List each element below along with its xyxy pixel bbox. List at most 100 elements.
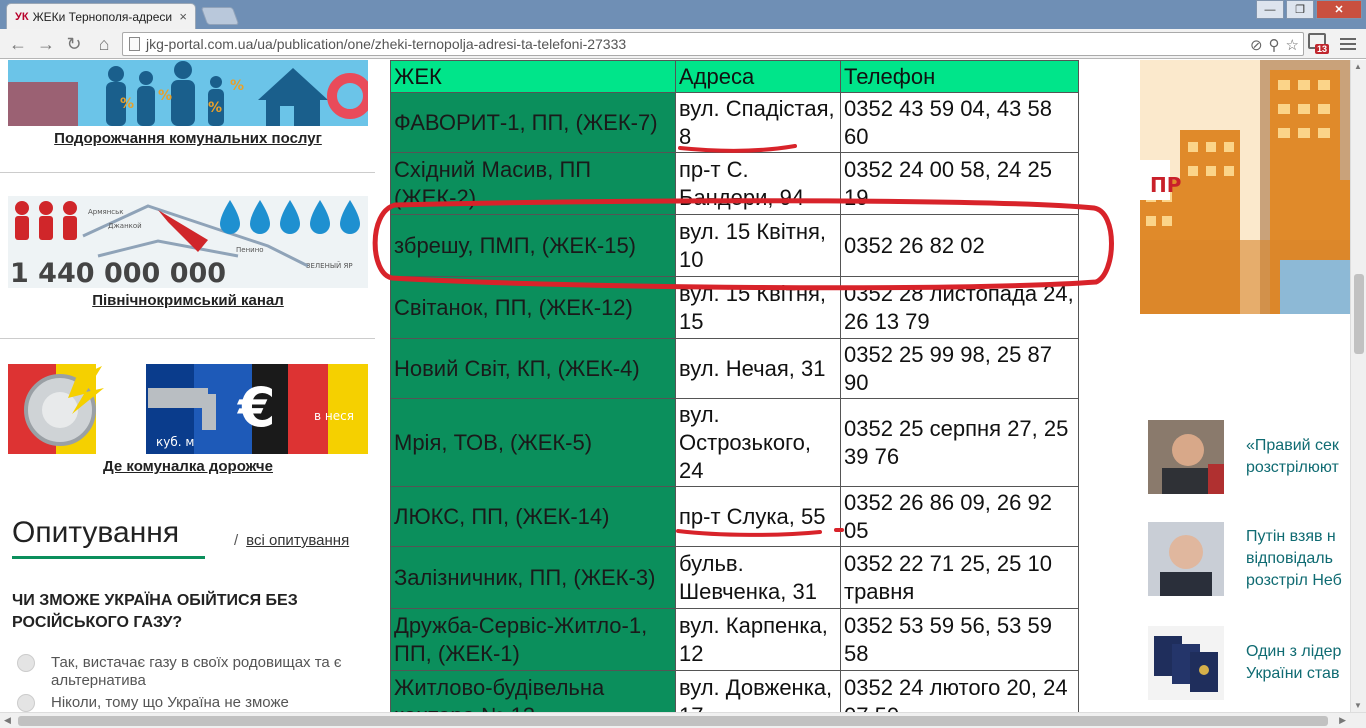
news-line: розстрілюют xyxy=(1246,459,1339,476)
zoom-icon[interactable]: ⚲ xyxy=(1269,36,1280,54)
browser-toolbar: ← → ↻ ⌂ jkg-portal.com.ua/ua/publication… xyxy=(0,29,1366,59)
all-polls-link[interactable]: всі опитування xyxy=(246,532,349,549)
promo-canal-image: Джанкой Армянськ Пенино ЗЕЛЕНЫЙ ЯР 1 440… xyxy=(8,196,368,288)
zhek-name-cell: збрешу, ПМП, (ЖЕК-15) xyxy=(390,214,676,277)
address-cell: вул. Довженка, 17 xyxy=(675,670,841,712)
news-item[interactable]: Один з лідер України став xyxy=(1148,626,1350,700)
table-row: Світанок, ПП, (ЖЕК-12) вул. 15 Квітня, 1… xyxy=(390,276,1079,339)
zhek-table: ЖЕК Адреса Телефон ФАВОРИТ-1, ПП, (ЖЕК-7… xyxy=(390,60,1079,712)
horizontal-scroll-thumb[interactable] xyxy=(18,716,1328,726)
scroll-right-icon[interactable]: ▶ xyxy=(1339,715,1346,726)
column-header: Телефон xyxy=(840,60,1079,93)
site-favicon-icon: УК xyxy=(15,10,29,23)
home-icon[interactable]: ⌂ xyxy=(92,32,116,56)
tab-close-icon[interactable]: × xyxy=(179,9,187,24)
sidebar-divider xyxy=(0,172,375,173)
zhek-name-cell: Житлово-будівельна контора № 13 xyxy=(390,670,676,712)
news-title[interactable]: Один з лідер України став xyxy=(1246,641,1341,685)
extension-calendar-icon[interactable]: 13 xyxy=(1306,33,1330,55)
table-row: ЛЮКС, ПП, (ЖЕК-14) пр-т Слука, 55 0352 2… xyxy=(390,486,1079,547)
promo-caption-prices[interactable]: Де комуналка дорожче xyxy=(8,458,368,475)
address-cell: пр-т Слука, 55 xyxy=(675,486,841,547)
page-viewport: %%%% Подорожчання комунальних послуг Джа… xyxy=(0,60,1350,712)
map-label: ЗЕЛЕНЫЙ ЯР xyxy=(306,261,353,270)
zhek-name-cell: Залізничник, ПП, (ЖЕК-3) xyxy=(390,546,676,609)
map-label: Пенино xyxy=(236,246,264,254)
svg-text:%: % xyxy=(208,100,222,116)
horizontal-scrollbar[interactable]: ◀ ▶ xyxy=(0,712,1366,728)
maximize-button[interactable]: ❐ xyxy=(1286,0,1314,19)
news-title[interactable]: «Правий сек розстрілюют xyxy=(1246,435,1339,479)
poll-option-label: Ніколи, тому що Україна не зможе xyxy=(51,694,289,711)
scroll-left-icon[interactable]: ◀ xyxy=(4,715,11,726)
promo-crimea-canal[interactable]: Джанкой Армянськ Пенино ЗЕЛЕНЫЙ ЯР 1 440… xyxy=(8,196,368,309)
blocked-icon[interactable]: ⊘ xyxy=(1250,36,1263,54)
ad-text: ПР xyxy=(1150,173,1181,197)
news-line: Один з лідер xyxy=(1246,643,1342,660)
address-cell: вул. Спадістая, 8 xyxy=(675,92,841,153)
poll-separator: / xyxy=(234,532,239,549)
minimize-button[interactable]: — xyxy=(1256,0,1284,19)
poll-option[interactable]: Ніколи, тому що Україна не зможе xyxy=(17,694,367,712)
scroll-down-icon[interactable]: ▼ xyxy=(1354,701,1362,710)
news-title[interactable]: Путін взяв н відповідаль розстріл Неб xyxy=(1246,526,1342,592)
sidebar-divider xyxy=(0,338,375,339)
poll-option-radio[interactable] xyxy=(17,694,35,712)
table-row: Залізничник, ПП, (ЖЕК-3) бульв. Шевченка… xyxy=(390,546,1079,609)
zhek-name-cell: Дружба-Сервіс-Житло-1, ПП, (ЖЕК-1) xyxy=(390,608,676,671)
news-thumbnail xyxy=(1148,420,1224,494)
address-bar[interactable]: jkg-portal.com.ua/ua/publication/one/zhe… xyxy=(122,32,1304,56)
news-item[interactable]: Путін взяв н відповідаль розстріл Неб xyxy=(1148,522,1350,596)
promo-utilities-image: %%%% xyxy=(8,60,368,126)
svg-text:€: € xyxy=(236,376,276,439)
close-window-button[interactable]: ✕ xyxy=(1316,0,1362,19)
poll-option-label: Так, вистачає газу в своїх родовищах та … xyxy=(51,654,342,689)
news-line: «Правий сек xyxy=(1246,437,1339,454)
table-row: збрешу, ПМП, (ЖЕК-15) вул. 15 Квітня, 10… xyxy=(390,214,1079,277)
map-label: Джанкой xyxy=(108,222,142,230)
forward-arrow-icon[interactable]: → xyxy=(34,32,58,56)
phone-cell: 0352 26 82 02 xyxy=(840,214,1079,277)
table-header-row: ЖЕК Адреса Телефон xyxy=(390,60,1079,93)
poll-option[interactable]: Так, вистачає газу в своїх родовищах та … xyxy=(17,654,367,690)
zhek-name-cell: Світанок, ПП, (ЖЕК-12) xyxy=(390,276,676,339)
tab-bar: УК ЖЕКи Тернополя-адреси × — ❐ ✕ xyxy=(0,0,1366,29)
poll-question: ЧИ ЗМОЖЕ УКРАЇНА ОБІЙТИСЯ БЕЗ РОСІЙСЬКОГ… xyxy=(12,592,298,631)
table-row: Житлово-будівельна контора № 13 вул. Дов… xyxy=(390,670,1079,712)
vertical-scrollbar[interactable]: ▲ ▼ xyxy=(1350,60,1366,712)
table-row: Східний Масив, ПП (ЖЕК-2) пр-т С. Бандер… xyxy=(390,152,1079,215)
zhek-name-cell: ФАВОРИТ-1, ПП, (ЖЕК-7) xyxy=(390,92,676,153)
address-cell: вул. Нечая, 31 xyxy=(675,338,841,399)
phone-cell: 0352 43 59 04, 43 58 60 xyxy=(840,92,1079,153)
address-cell: вул. 15 Квітня, 15 xyxy=(675,276,841,339)
tab-title: ЖЕКи Тернополя-адреси xyxy=(32,9,173,24)
poll-option-radio[interactable] xyxy=(17,654,35,672)
table-row: Новий Світ, КП, (ЖЕК-4) вул. Нечая, 31 0… xyxy=(390,338,1079,399)
back-arrow-icon[interactable]: ← xyxy=(6,32,30,56)
vertical-scroll-thumb[interactable] xyxy=(1354,274,1364,354)
bookmark-star-icon[interactable]: ☆ xyxy=(1286,36,1299,54)
promo-utilities[interactable]: %%%% Подорожчання комунальних послуг xyxy=(8,60,368,147)
buildings-ad-banner[interactable]: ПР xyxy=(1140,60,1350,314)
news-item[interactable]: «Правий сек розстрілюют xyxy=(1148,420,1350,494)
phone-cell: 0352 53 59 56, 53 59 58 xyxy=(840,608,1079,671)
svg-text:%: % xyxy=(158,88,172,104)
window-controls: — ❐ ✕ xyxy=(1256,0,1362,19)
zhek-name-cell: Мрія, ТОВ, (ЖЕК-5) xyxy=(390,398,676,487)
scroll-up-icon[interactable]: ▲ xyxy=(1354,62,1362,71)
phone-cell: 0352 24 лютого 20, 24 07 50 xyxy=(840,670,1079,712)
promo-utility-prices[interactable]: € евр кВт куб. м в неся Де комуналка дор… xyxy=(8,364,368,475)
phone-cell: 0352 22 71 25, 25 10 травня xyxy=(840,546,1079,609)
poll-title-underline xyxy=(12,556,205,559)
news-thumbnail xyxy=(1148,522,1224,596)
menu-icon[interactable] xyxy=(1340,38,1356,53)
zhek-name-cell: ЛЮКС, ПП, (ЖЕК-14) xyxy=(390,486,676,547)
promo-caption-utilities[interactable]: Подорожчання комунальних послуг xyxy=(8,130,368,147)
omnibox-icons: ⊘ ⚲ ☆ xyxy=(1250,36,1299,54)
new-tab-button[interactable] xyxy=(200,7,240,25)
promo-caption-canal[interactable]: Північнокримський канал xyxy=(8,292,368,309)
browser-tab[interactable]: УК ЖЕКи Тернополя-адреси × xyxy=(6,3,196,29)
address-cell: пр-т С. Бандери, 94 xyxy=(675,152,841,215)
phone-cell: 0352 25 серпня 27, 25 39 76 xyxy=(840,398,1079,487)
reload-icon[interactable]: ↻ xyxy=(62,32,86,56)
